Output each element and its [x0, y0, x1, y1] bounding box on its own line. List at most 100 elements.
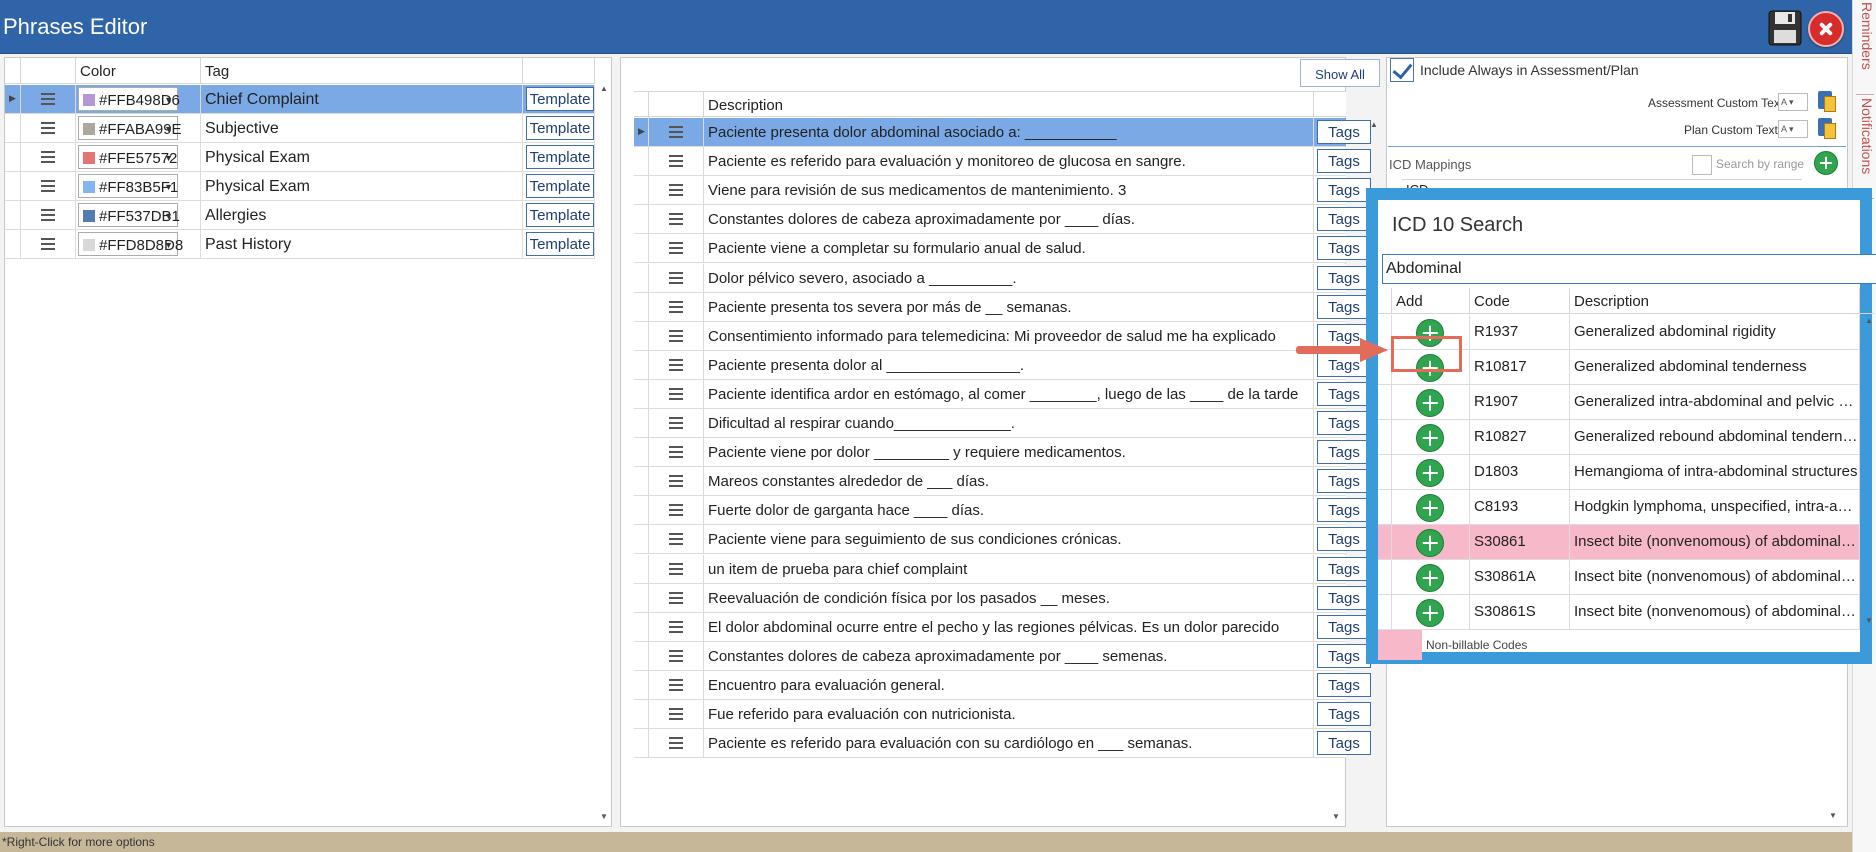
tags-button[interactable]: Tags: [1317, 411, 1371, 435]
scroll-up-arrow[interactable]: ▲: [1367, 120, 1381, 129]
add-code-button[interactable]: [1416, 389, 1444, 417]
phrase-row[interactable]: Reevaluación de condición física por los…: [634, 583, 1371, 613]
template-button[interactable]: Template: [526, 145, 594, 169]
tags-button[interactable]: Tags: [1317, 440, 1371, 465]
drag-handle-icon[interactable]: [669, 329, 683, 342]
add-code-button[interactable]: [1416, 459, 1444, 487]
phrase-row[interactable]: Paciente viene para seguimiento de sus c…: [634, 525, 1371, 555]
drag-handle-cell[interactable]: [649, 729, 704, 758]
add-icd-mapping-button[interactable]: [1814, 151, 1838, 175]
phrase-row[interactable]: Mareos constantes alrededor de ___ días.…: [634, 467, 1371, 497]
phrase-row[interactable]: Constantes dolores de cabeza aproximadam…: [634, 641, 1371, 671]
search-by-range-checkbox[interactable]: [1692, 155, 1712, 175]
icd-result-row[interactable]: R1907 Generalized intra-abdominal and pel…: [1378, 385, 1860, 420]
scroll-up-arrow[interactable]: ▲: [1862, 316, 1874, 325]
drag-handle-icon[interactable]: [41, 238, 55, 250]
tags-button[interactable]: Tags: [1317, 236, 1371, 261]
drag-handle-icon[interactable]: [41, 93, 55, 105]
drag-handle-icon[interactable]: [669, 213, 683, 226]
drag-handle-icon[interactable]: [41, 209, 55, 221]
add-code-button[interactable]: [1416, 599, 1444, 627]
drag-handle-cell[interactable]: [649, 321, 704, 350]
drag-handle-cell[interactable]: [649, 205, 704, 234]
add-code-button[interactable]: [1416, 494, 1444, 522]
plan-paste-icon[interactable]: [1818, 118, 1836, 139]
tag-row[interactable]: #FF537DB1 ▼ Allergies Template: [5, 201, 595, 230]
drag-handle-cell[interactable]: [649, 525, 704, 554]
chevron-down-icon[interactable]: ▼: [164, 124, 173, 134]
drag-handle-cell[interactable]: [649, 583, 704, 612]
drag-handle-cell[interactable]: [21, 114, 76, 142]
drag-handle-cell[interactable]: [649, 292, 704, 321]
drag-handle-cell[interactable]: [21, 172, 76, 200]
phrase-row[interactable]: Paciente identifica ardor en estómago, a…: [634, 379, 1371, 409]
drag-handle-cell[interactable]: [649, 438, 704, 467]
tags-button[interactable]: Tags: [1317, 643, 1371, 668]
drag-handle-cell[interactable]: [649, 496, 704, 525]
add-code-button[interactable]: [1416, 529, 1444, 557]
tags-button[interactable]: Tags: [1317, 556, 1371, 581]
drag-handle-icon[interactable]: [669, 562, 683, 575]
tags-button[interactable]: Tags: [1317, 672, 1371, 697]
phrase-row[interactable]: Consentimiento informado para telemedici…: [634, 321, 1371, 351]
drag-handle-cell[interactable]: [649, 147, 704, 176]
drag-handle-icon[interactable]: [41, 180, 55, 192]
drag-handle-cell[interactable]: [649, 641, 704, 670]
tag-row[interactable]: #FF83B5F1 ▼ Physical Exam Template: [5, 172, 595, 201]
tags-button[interactable]: Tags: [1317, 527, 1371, 552]
drag-handle-icon[interactable]: [669, 242, 683, 255]
color-picker[interactable]: #FFABA99E ▼: [78, 116, 182, 140]
drag-handle-icon[interactable]: [669, 417, 683, 429]
scroll-down-arrow[interactable]: ▼: [597, 812, 611, 821]
icd-result-row[interactable]: S30861S Insect bite (nonvenomous) of abdo…: [1378, 595, 1860, 630]
scroll-down-arrow[interactable]: ▼: [1862, 616, 1874, 625]
notifications-tab[interactable]: Notifications: [1855, 98, 1875, 194]
tag-row[interactable]: #FFABA99E ▼ Subjective Template: [5, 114, 595, 143]
template-button[interactable]: Template: [526, 116, 594, 140]
template-button[interactable]: Template: [526, 232, 594, 256]
drag-handle-icon[interactable]: [669, 358, 683, 371]
chevron-down-icon[interactable]: ▼: [164, 95, 173, 105]
drag-handle-icon[interactable]: [669, 446, 683, 459]
drag-handle-icon[interactable]: [669, 678, 683, 691]
drag-handle-icon[interactable]: [41, 122, 55, 134]
phrase-row[interactable]: ▶ Paciente presenta dolor abdominal asoci…: [634, 118, 1371, 147]
icd-search-input[interactable]: Abdominal: [1382, 254, 1876, 284]
chevron-down-icon[interactable]: ▼: [164, 153, 173, 163]
drag-handle-icon[interactable]: [669, 504, 683, 517]
color-picker[interactable]: #FFB498D6 ▼: [78, 87, 180, 111]
drag-handle-icon[interactable]: [669, 620, 683, 633]
include-always-checkbox[interactable]: [1390, 58, 1414, 82]
chevron-down-icon[interactable]: ▼: [164, 182, 173, 192]
drag-handle-icon[interactable]: [669, 300, 683, 313]
add-code-button[interactable]: [1416, 424, 1444, 452]
drag-handle-icon[interactable]: [669, 475, 683, 488]
drag-handle-cell[interactable]: [649, 467, 704, 496]
save-icon[interactable]: [1768, 10, 1802, 46]
close-icon[interactable]: [1808, 11, 1844, 47]
drag-handle-icon[interactable]: [669, 649, 683, 662]
icd-result-row[interactable]: R10827 Generalized rebound abdominal tend…: [1378, 420, 1860, 455]
tags-button[interactable]: Tags: [1317, 731, 1371, 756]
phrase-row[interactable]: Encuentro para evaluación general. Tags: [634, 670, 1371, 700]
color-picker[interactable]: #FFD8D8D8 ▼: [78, 232, 183, 256]
tags-button[interactable]: Tags: [1317, 149, 1371, 174]
tags-button[interactable]: Tags: [1317, 265, 1371, 290]
drag-handle-cell[interactable]: [649, 350, 704, 379]
scroll-down-arrow[interactable]: ▼: [1826, 811, 1840, 820]
phrase-row[interactable]: Dificultad al respirar cuando___________…: [634, 409, 1371, 438]
color-picker[interactable]: #FF83B5F1 ▼: [78, 174, 178, 198]
tags-button[interactable]: Tags: [1317, 294, 1371, 319]
tags-button[interactable]: Tags: [1317, 469, 1371, 494]
phrase-row[interactable]: Paciente presenta dolor al _____________…: [634, 350, 1371, 380]
drag-handle-icon[interactable]: [669, 533, 683, 546]
drag-handle-icon[interactable]: [669, 184, 683, 197]
tag-row[interactable]: ▶ #FFB498D6 ▼ Chief Complaint Template: [5, 85, 595, 114]
drag-handle-cell[interactable]: [649, 234, 704, 263]
drag-handle-icon[interactable]: [41, 151, 55, 163]
drag-handle-cell[interactable]: [21, 201, 76, 229]
show-all-button[interactable]: Show All: [1300, 59, 1380, 87]
color-picker[interactable]: #FFE57572 ▼: [78, 145, 178, 169]
assessment-text-format-dropdown[interactable]: A ▾: [1778, 93, 1808, 111]
phrase-row[interactable]: El dolor abdominal ocurre entre el pecho…: [634, 612, 1371, 642]
